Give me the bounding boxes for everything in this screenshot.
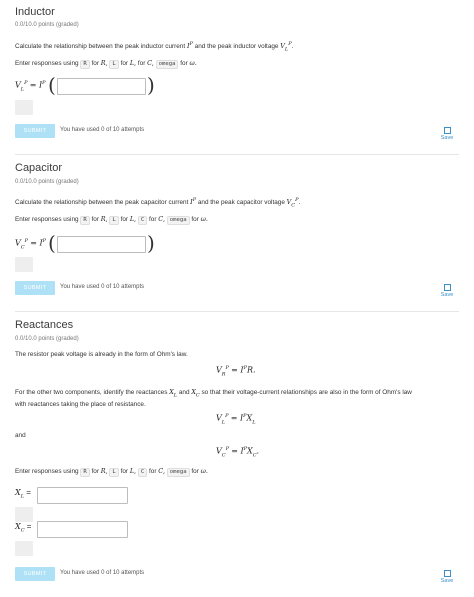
- inductor-prompt: Calculate the relationship between the p…: [15, 41, 294, 53]
- inductor-answer-input[interactable]: [57, 78, 146, 95]
- reactances-instructions: For the other two components, identify t…: [15, 388, 412, 409]
- capacitor-right-paren: ): [147, 231, 155, 255]
- capacitor-prompt: Calculate the relationship between the p…: [15, 197, 301, 209]
- reactances-save-button[interactable]: Save: [436, 570, 458, 584]
- reactances-points: 0.0/10.0 points (graded): [15, 336, 79, 342]
- inductor-save-button[interactable]: Save: [436, 127, 458, 141]
- code-omega: omega: [155, 60, 179, 69]
- inductor-equation-label: VLP = IP: [15, 80, 46, 93]
- xc-label: XC =: [15, 522, 32, 534]
- code-omega: omega: [166, 216, 190, 225]
- code-l: L: [109, 60, 119, 69]
- code-l: L: [109, 468, 119, 477]
- and-text: and: [15, 432, 26, 439]
- code-c: C: [137, 216, 148, 225]
- code-r: R: [80, 468, 90, 477]
- capacitor-points: 0.0/10.0 points (graded): [15, 179, 79, 185]
- save-icon: [443, 284, 451, 291]
- capacitor-answer-input[interactable]: [57, 236, 146, 253]
- reactances-enter-instructions: Enter responses using R for R, L for L, …: [15, 467, 208, 477]
- code-r: R: [80, 60, 90, 69]
- inductor-reactance-equation: VLP = IPXL: [216, 413, 256, 426]
- code-omega: omega: [166, 468, 190, 477]
- capacitor-equation-label: VCP = IP: [15, 238, 46, 251]
- inductor-left-paren: (: [48, 73, 56, 97]
- reactances-intro: The resistor peak voltage is already in …: [15, 351, 188, 358]
- capacitor-title: Capacitor: [15, 162, 63, 174]
- capacitor-left-paren: (: [48, 231, 56, 255]
- reactances-attempts: You have used 0 of 10 attempts: [60, 570, 145, 576]
- xc-status-indicator: [15, 541, 33, 556]
- inductor-submit-button[interactable]: SUBMIT: [15, 124, 55, 138]
- inductor-status-indicator: [15, 100, 33, 115]
- inductor-right-paren: ): [147, 73, 155, 97]
- capacitor-status-indicator: [15, 257, 33, 272]
- inductor-attempts: You have used 0 of 10 attempts: [60, 127, 145, 133]
- capacitor-submit-button[interactable]: SUBMIT: [15, 281, 55, 295]
- save-icon: [443, 570, 451, 577]
- xc-answer-input[interactable]: [37, 521, 128, 538]
- inductor-title: Inductor: [15, 6, 55, 18]
- inductor-points: 0.0/10.0 points (graded): [15, 22, 79, 28]
- resistor-equation: VRP = IPR.: [216, 365, 256, 378]
- reactances-submit-button[interactable]: SUBMIT: [15, 567, 55, 581]
- capacitor-enter-instructions: Enter responses using R for R, L for L, …: [15, 215, 208, 225]
- xl-answer-input[interactable]: [37, 487, 128, 504]
- code-c: C: [137, 468, 148, 477]
- inductor-enter-instructions: Enter responses using R for R, L for L, …: [15, 59, 197, 69]
- save-icon: [443, 127, 451, 134]
- code-l: L: [109, 216, 119, 225]
- capacitor-reactance-equation: VCP = IPXC.: [216, 446, 260, 459]
- reactances-title: Reactances: [15, 319, 74, 331]
- xl-status-indicator: [15, 507, 33, 522]
- capacitor-attempts: You have used 0 of 10 attempts: [60, 284, 145, 290]
- divider: [15, 154, 459, 155]
- capacitor-save-button[interactable]: Save: [436, 284, 458, 298]
- xl-label: XL =: [15, 488, 31, 500]
- code-r: R: [80, 216, 90, 225]
- divider: [15, 311, 459, 312]
